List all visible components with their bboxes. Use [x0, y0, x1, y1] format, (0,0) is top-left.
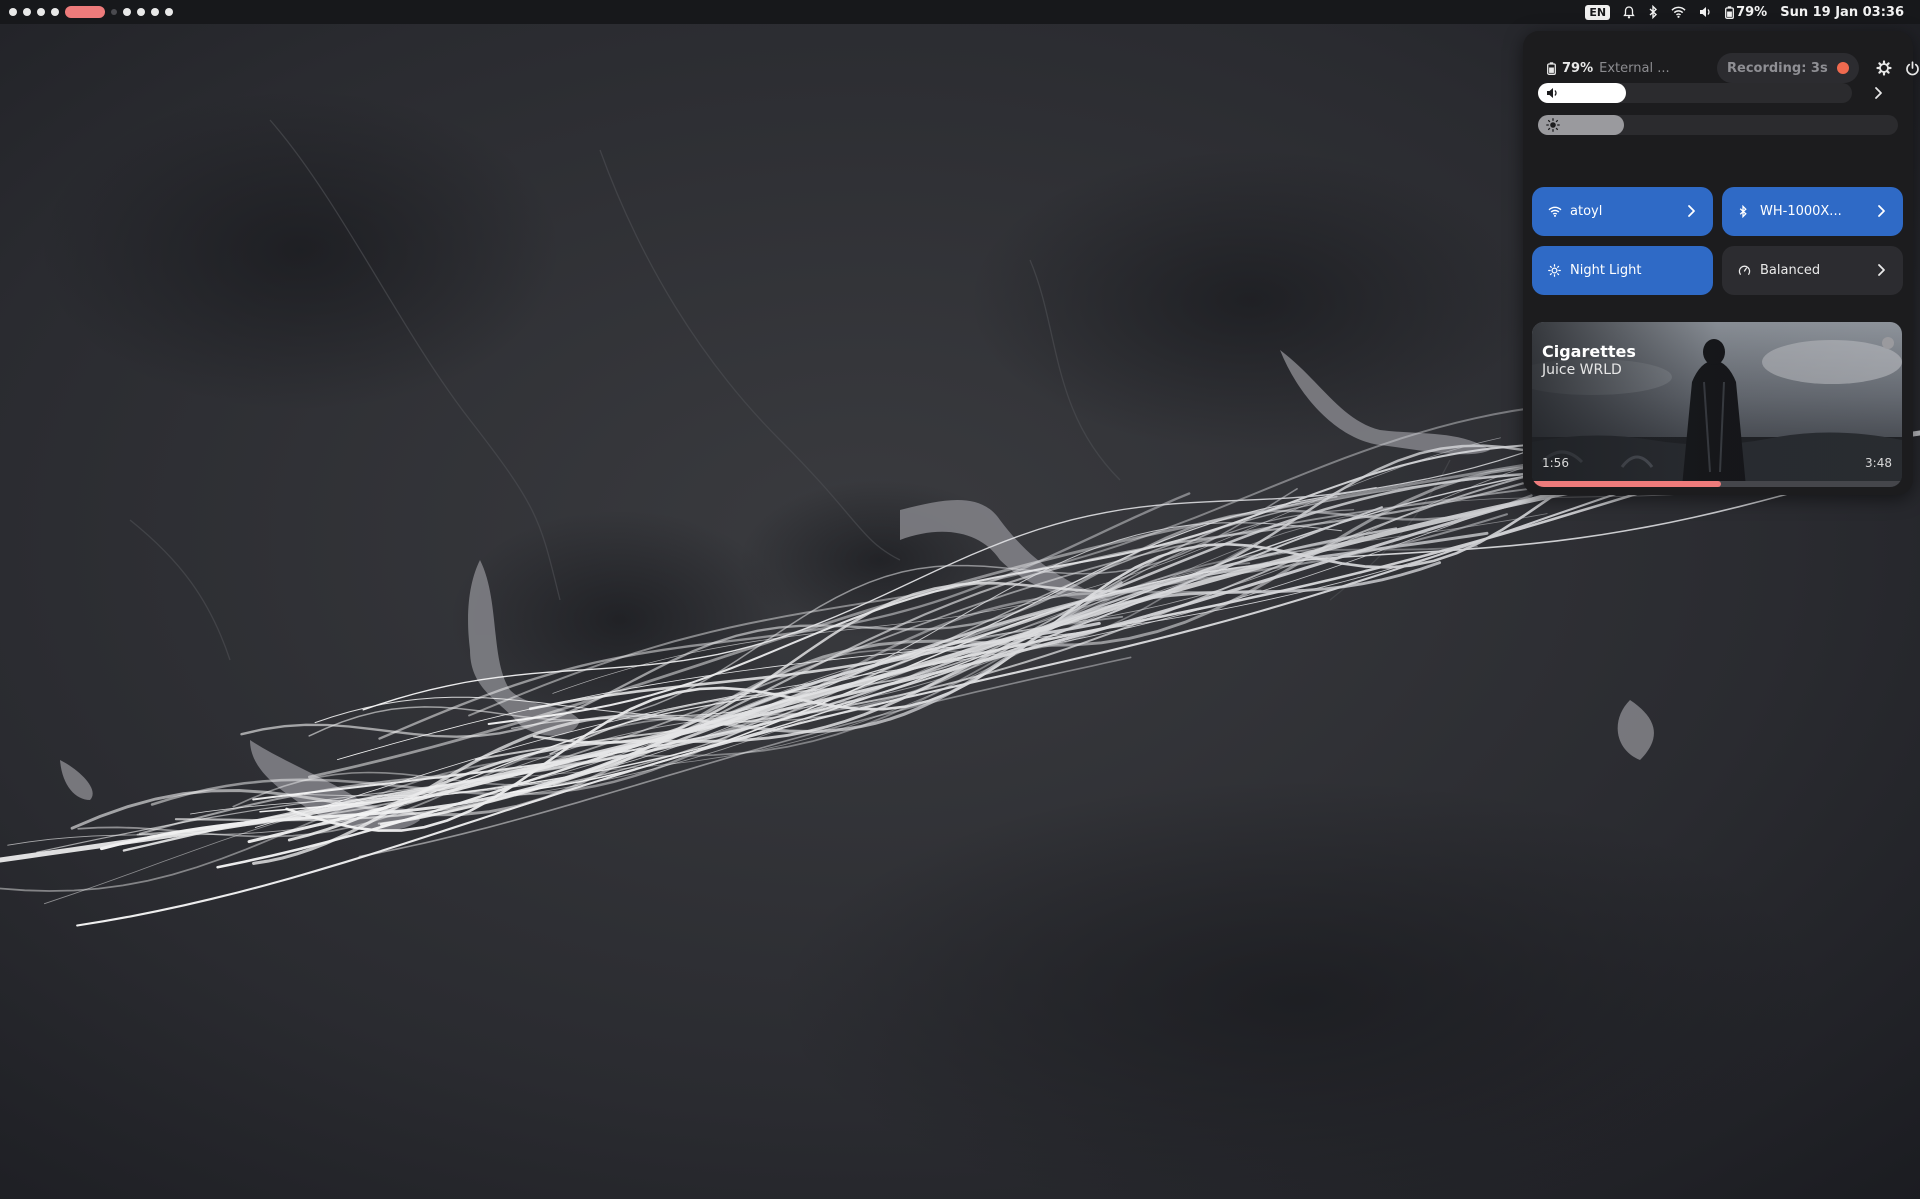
power-profile-icon [1738, 264, 1752, 278]
workspace-dot[interactable] [51, 8, 59, 16]
power-profile-tile[interactable]: Balanced [1722, 246, 1903, 295]
wifi-network-label: atoyl [1570, 204, 1603, 219]
volume-icon [1547, 88, 1557, 98]
night-light-tile[interactable]: Night Light [1532, 246, 1713, 295]
bluetooth-chevron-icon[interactable] [1873, 203, 1889, 219]
panel-header: 79% External ... Recording: 3s [1547, 53, 1919, 83]
track-artist: Juice WRLD [1542, 362, 1622, 378]
recording-label: Recording: 3s [1727, 60, 1828, 76]
volume-slider[interactable] [1538, 83, 1852, 103]
power-profile-chevron-icon[interactable] [1873, 262, 1889, 278]
workspace-dot[interactable] [151, 8, 159, 16]
keyboard-layout-indicator[interactable]: EN [1585, 4, 1611, 20]
workspace-dot[interactable] [123, 8, 131, 16]
media-player[interactable]: Cigarettes Juice WRLD 1:56 3:48 [1532, 322, 1902, 487]
wifi-icon [1548, 205, 1562, 219]
recording-dot-icon [1837, 62, 1849, 74]
workspace-indicator[interactable] [9, 0, 173, 24]
volume-icon[interactable] [1699, 6, 1712, 18]
workspace-dot[interactable] [37, 8, 45, 16]
power-profile-label: Balanced [1760, 263, 1821, 278]
bluetooth-icon [1738, 205, 1752, 219]
quick-settings-panel: 79% External ... Recording: 3s atoyl WH-… [1523, 31, 1919, 495]
workspace-empty[interactable] [111, 9, 117, 15]
settings-gear-icon[interactable] [1875, 59, 1893, 77]
clock[interactable]: Sun 19 Jan 03:36 [1780, 5, 1904, 20]
track-elapsed-time: 1:56 [1542, 456, 1569, 470]
audio-output-chevron-icon[interactable] [1868, 83, 1888, 103]
battery-indicator[interactable]: 79% [1725, 5, 1767, 20]
bluetooth-device-label: WH-1000X... [1760, 204, 1842, 219]
wifi-tile[interactable]: atoyl [1532, 187, 1713, 236]
battery-icon [1725, 5, 1735, 19]
system-tray[interactable]: EN 79% Sun 19 Jan 03:36 [1585, 0, 1904, 24]
workspace-dot[interactable] [137, 8, 145, 16]
sun-icon [1548, 264, 1562, 278]
workspace-dot[interactable] [9, 8, 17, 16]
brightness-icon [1546, 118, 1560, 132]
track-progress-fill [1532, 481, 1721, 487]
night-light-label: Night Light [1570, 263, 1642, 278]
bluetooth-icon[interactable] [1648, 5, 1658, 19]
track-title: Cigarettes [1542, 342, 1636, 361]
workspace-dot[interactable] [165, 8, 173, 16]
screen-recording-button[interactable]: Recording: 3s [1717, 53, 1859, 83]
dismiss-player-icon[interactable] [1882, 337, 1894, 349]
battery-source-label: External ... [1599, 60, 1670, 76]
power-icon[interactable] [1903, 59, 1920, 77]
wifi-chevron-icon[interactable] [1683, 203, 1699, 219]
bell-icon[interactable] [1623, 5, 1635, 19]
track-duration: 3:48 [1865, 456, 1892, 470]
workspace-dot[interactable] [23, 8, 31, 16]
battery-percentage: 79% [1736, 4, 1768, 20]
track-progress-bar[interactable] [1532, 481, 1902, 487]
bluetooth-tile[interactable]: WH-1000X... [1722, 187, 1903, 236]
top-bar: EN 79% Sun 19 Jan 03:36 [0, 0, 1920, 24]
battery-status[interactable]: 79% External ... [1547, 61, 1670, 76]
workspace-active[interactable] [65, 6, 105, 18]
wifi-icon[interactable] [1671, 6, 1686, 18]
battery-icon [1547, 61, 1556, 75]
battery-percent-label: 79% [1562, 60, 1594, 76]
brightness-slider[interactable] [1538, 115, 1898, 135]
